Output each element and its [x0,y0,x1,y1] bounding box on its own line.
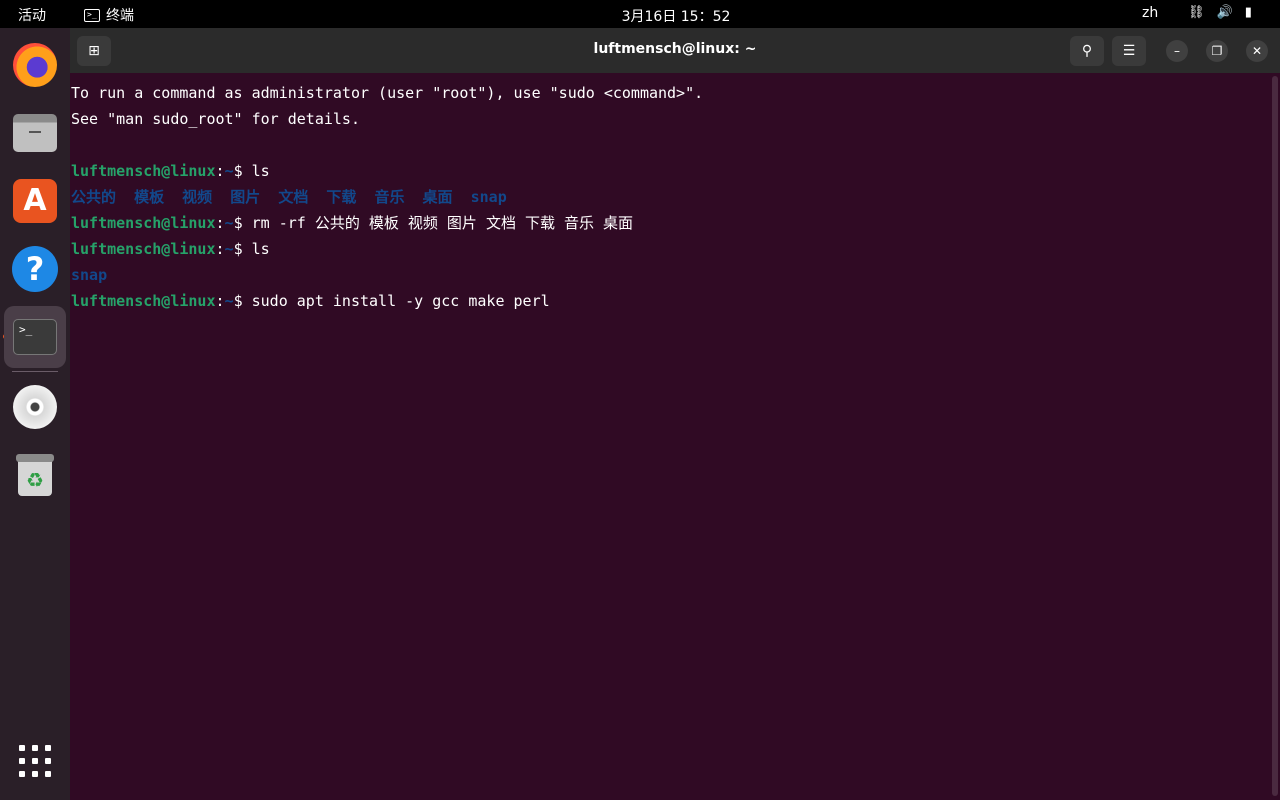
search-icon: ⚲ [1081,43,1093,59]
files-icon [13,114,57,152]
minimize-button[interactable]: – [1166,40,1188,62]
disc-icon [13,385,57,429]
dir-entry: 图片 [230,188,261,206]
output-line: See "man sudo_root" for details. [71,110,360,128]
terminal-output[interactable]: To run a command as administrator (user … [71,80,1271,314]
hamburger-icon: ☰ [1122,43,1136,59]
network-icon: ⛓ [1188,5,1205,20]
output-line: To run a command as administrator (user … [71,84,704,102]
help-icon: ? [12,246,58,292]
prompt-line: luftmensch@linux:~$ rm -rf 公共的 模板 视频 图片 … [71,210,1271,236]
prompt-line: luftmensch@linux:~$ ls [71,158,1271,184]
restore-icon: ❐ [1211,44,1223,58]
dir-entry: 模板 [134,188,165,206]
prompt-path: ~ [224,240,234,258]
ls-output: snap [71,262,1271,288]
dock-files[interactable] [4,102,66,164]
dir-entry: 公共的 [71,188,117,206]
terminal-app-icon: >_ [13,319,57,355]
menu-button[interactable]: ☰ [1112,36,1146,66]
prompt-line: luftmensch@linux:~$ sudo apt install -y … [71,288,1271,314]
app-store-icon: A [13,179,57,223]
prompt-colon: : [215,214,225,232]
minimize-icon: – [1174,44,1180,58]
dock-app-center[interactable]: A [4,170,66,232]
dir-entry: 音乐 [374,188,405,206]
search-button[interactable]: ⚲ [1070,36,1104,66]
firefox-icon [13,43,57,87]
clock[interactable]: 3月16日 15：52 [0,6,1280,26]
prompt-dollar: $ [233,162,252,180]
show-apps-button[interactable] [4,730,66,792]
app-grid-icon [19,745,51,777]
command-text: sudo apt install -y gcc make perl [251,292,550,310]
dock-help[interactable]: ? [4,238,66,300]
prompt-colon: : [215,240,225,258]
prompt-line: luftmensch@linux:~$ ls [71,236,1271,262]
battery-icon: ▮ [1244,5,1252,20]
maximize-button[interactable]: ❐ [1206,40,1228,62]
command-text: ls [251,162,270,180]
dock-firefox[interactable] [4,34,66,96]
prompt-user: luftmensch@linux [71,214,216,232]
dock-disc[interactable] [4,376,66,438]
terminal-window: ⊞ luftmensch@linux: ~ ⚲ ☰ – ❐ ✕ To run a… [70,28,1280,800]
dir-entry: 下载 [326,188,357,206]
prompt-user: luftmensch@linux [71,162,216,180]
dock-terminal[interactable]: >_ [4,306,66,368]
ls-output: 公共的 模板 视频 图片 文档 下载 音乐 桌面 snap [71,184,1271,210]
dir-entry: 视频 [182,188,213,206]
prompt-dollar: $ [233,240,252,258]
scrollbar[interactable] [1272,76,1278,796]
prompt-dollar: $ [233,292,252,310]
title-bar[interactable]: ⊞ luftmensch@linux: ~ ⚲ ☰ – ❐ ✕ [70,28,1280,73]
dir-entry: snap [470,188,507,206]
volume-icon: 🔊 [1216,5,1233,20]
dock-trash[interactable]: ♻ [4,444,66,506]
system-tray[interactable]: ⛓ 🔊 ▮ [1188,5,1252,20]
prompt-colon: : [215,292,225,310]
prompt-colon: : [215,162,225,180]
dock-separator [12,371,58,372]
command-text: ls [251,240,270,258]
prompt-dollar: $ [233,214,252,232]
dock: A ? >_ ♻ [0,28,70,800]
command-text: rm -rf 公共的 模板 视频 图片 文档 下载 音乐 桌面 [251,214,634,232]
prompt-path: ~ [224,214,234,232]
prompt-path: ~ [224,162,234,180]
dir-entry: 文档 [278,188,309,206]
trash-icon: ♻ [16,454,54,496]
dir-entry: snap [71,266,108,284]
dir-entry: 桌面 [422,188,453,206]
prompt-user: luftmensch@linux [71,292,216,310]
input-language-indicator[interactable]: zh [1142,5,1158,21]
close-button[interactable]: ✕ [1246,40,1268,62]
prompt-path: ~ [224,292,234,310]
top-bar: 活动 >_ 终端 3月16日 15：52 zh ⛓ 🔊 ▮ [0,0,1280,28]
close-icon: ✕ [1251,44,1263,58]
prompt-user: luftmensch@linux [71,240,216,258]
